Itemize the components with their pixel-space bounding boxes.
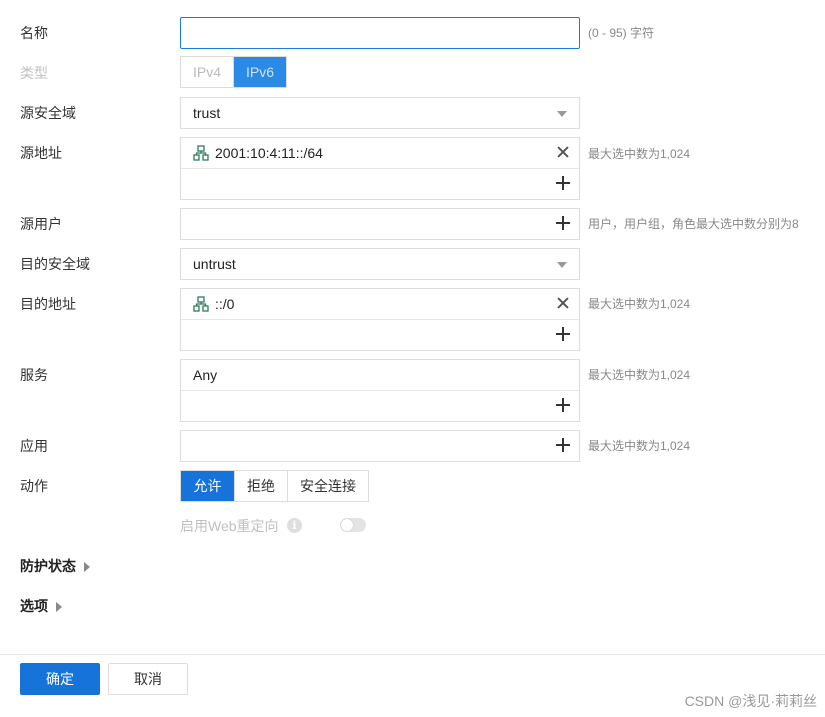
chevron-down-icon[interactable]	[557, 111, 567, 117]
dst-addr-value: ::/0	[215, 296, 235, 312]
name-input[interactable]	[180, 17, 580, 49]
src-user-label: 源用户	[20, 216, 62, 232]
network-icon	[193, 145, 209, 161]
protection-status-section[interactable]: 防护状态	[20, 556, 90, 576]
app-field[interactable]	[180, 430, 580, 462]
expand-triangle-icon	[84, 562, 90, 573]
dst-zone-label: 目的安全域	[20, 256, 90, 272]
network-icon	[193, 296, 209, 312]
info-icon: i	[287, 518, 302, 533]
web-redirect-switch[interactable]	[340, 518, 366, 532]
action-allow[interactable]: 允许	[181, 471, 234, 501]
chevron-down-icon[interactable]	[557, 262, 567, 268]
action-secure-connect[interactable]: 安全连接	[287, 471, 368, 501]
ok-button[interactable]: 确定	[20, 663, 100, 695]
src-user-field[interactable]	[180, 208, 580, 240]
src-zone-label: 源安全域	[20, 105, 76, 121]
src-addr-value: 2001:10:4:11::/64	[215, 145, 323, 161]
protection-status-title: 防护状态	[20, 558, 76, 574]
add-icon[interactable]	[556, 176, 570, 190]
remove-icon[interactable]	[557, 297, 569, 309]
action-toggle[interactable]: 允许 拒绝 安全连接	[180, 470, 369, 502]
name-hint: (0 - 95) 字符	[588, 26, 655, 40]
remove-icon[interactable]	[557, 146, 569, 158]
app-label: 应用	[20, 438, 48, 454]
ipv6-option[interactable]: IPv6	[233, 57, 286, 87]
dst-zone-value: untrust	[193, 256, 236, 272]
dst-addr-item: ::/0	[181, 289, 579, 319]
service-value: Any	[193, 367, 218, 383]
footer-divider	[0, 654, 825, 655]
ip-type-toggle[interactable]: IPv4 IPv6	[180, 56, 287, 88]
watermark: CSDN @浅见·莉莉丝	[684, 693, 817, 709]
add-icon[interactable]	[556, 398, 570, 412]
options-title: 选项	[20, 598, 48, 614]
src-zone-value: trust	[193, 105, 221, 121]
add-icon[interactable]	[556, 327, 570, 341]
type-label: 类型	[20, 65, 48, 81]
web-redirect-label: 启用Web重定向	[180, 518, 279, 534]
src-addr-item: 2001:10:4:11::/64	[181, 138, 579, 168]
service-hint: 最大选中数为1,024	[588, 368, 691, 382]
action-deny[interactable]: 拒绝	[234, 471, 287, 501]
options-section[interactable]: 选项	[20, 596, 62, 616]
src-addr-field[interactable]: 2001:10:4:11::/64	[180, 137, 580, 200]
cancel-button[interactable]: 取消	[108, 663, 188, 695]
dst-addr-field[interactable]: ::/0	[180, 288, 580, 351]
action-label: 动作	[20, 478, 48, 494]
add-icon[interactable]	[556, 438, 570, 452]
ipv4-option[interactable]: IPv4	[181, 57, 233, 87]
service-label: 服务	[20, 367, 48, 383]
service-field[interactable]: Any	[180, 359, 580, 422]
app-hint: 最大选中数为1,024	[588, 439, 691, 453]
name-label: 名称	[20, 25, 48, 41]
expand-triangle-icon	[56, 602, 62, 613]
src-addr-label: 源地址	[20, 145, 62, 161]
add-icon[interactable]	[556, 216, 570, 230]
dst-zone-select[interactable]: untrust	[180, 248, 580, 280]
src-addr-hint: 最大选中数为1,024	[588, 147, 691, 161]
src-zone-select[interactable]: trust	[180, 97, 580, 129]
dst-addr-hint: 最大选中数为1,024	[588, 297, 691, 311]
src-user-hint: 用户，用户组，角色最大选中数分别为8	[588, 217, 799, 231]
dst-addr-label: 目的地址	[20, 296, 76, 312]
